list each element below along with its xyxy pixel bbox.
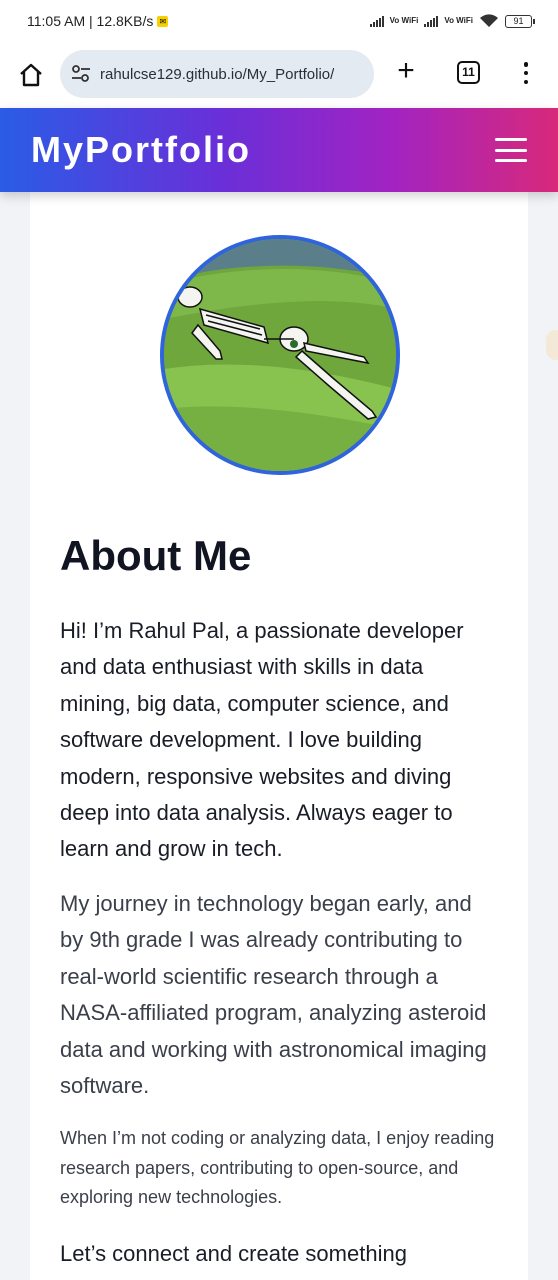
notification-icon: ✉ (157, 15, 169, 27)
browser-toolbar: rahulcse129.github.io/My_Portfolio/ + 11 (0, 42, 558, 108)
about-paragraph-3: When I’m not coding or analyzing data, I… (60, 1128, 495, 1207)
status-time: 11:05 AM | 12.8KB/s (27, 13, 154, 29)
about-card: About Me Hi! I’m Rahul Pal, a passionate… (30, 192, 528, 1280)
wifi-icon (480, 14, 498, 27)
signal-icon-2 (424, 15, 439, 27)
skeleton-on-grass-image (164, 239, 396, 471)
status-left: 11:05 AM | 12.8KB/s ✉ (27, 13, 169, 29)
volte-wifi-label-1: Vo WiFi (389, 16, 419, 25)
status-right: Vo WiFi Vo WiFi 91 (369, 14, 535, 28)
plus-icon[interactable]: + (393, 56, 419, 86)
url-text[interactable]: rahulcse129.github.io/My_Portfolio/ (100, 66, 334, 83)
kebab-menu-icon[interactable] (516, 60, 536, 86)
volte-wifi-label-2: Vo WiFi (444, 16, 473, 25)
about-paragraph-1: Hi! I’m Rahul Pal, a passionate develope… (60, 618, 464, 862)
status-bar: 11:05 AM | 12.8KB/s ✉ Vo WiFi Vo WiFi 91 (0, 0, 558, 42)
tune-icon[interactable] (70, 63, 92, 85)
about-paragraph-4: Let’s connect and create something (60, 1241, 407, 1266)
tab-switcher-icon[interactable]: 11 (457, 61, 480, 84)
about-heading: About Me (60, 532, 252, 579)
home-icon[interactable] (18, 62, 44, 88)
profile-avatar (160, 235, 400, 475)
signal-icon (369, 15, 384, 27)
address-bar[interactable]: rahulcse129.github.io/My_Portfolio/ (60, 50, 374, 98)
hamburger-icon[interactable] (495, 138, 527, 162)
brand-logo[interactable]: MyPortfolio (31, 129, 251, 171)
about-paragraph-2: My journey in technology began early, an… (60, 891, 487, 1099)
site-navbar: MyPortfolio (0, 108, 558, 192)
edge-panel-handle[interactable] (546, 330, 558, 360)
battery-icon: 91 (505, 14, 535, 28)
